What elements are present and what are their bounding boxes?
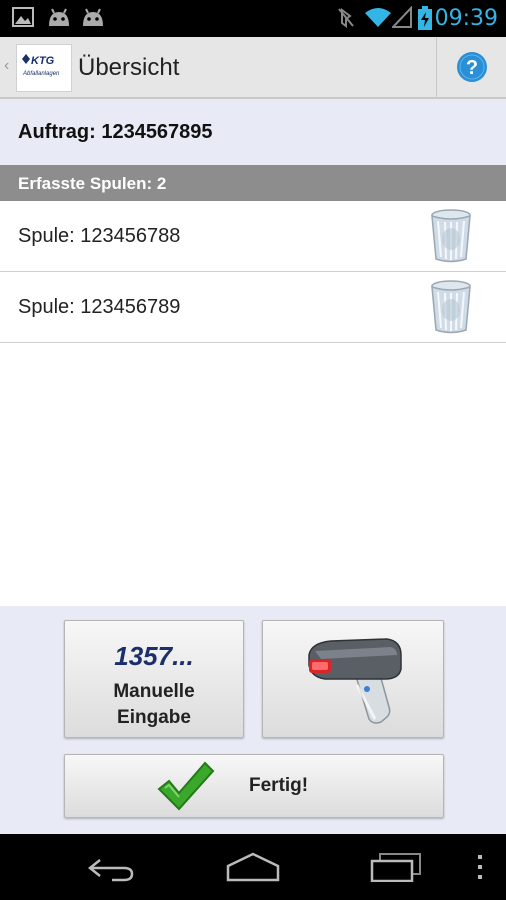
done-button[interactable]: Fertig! xyxy=(64,754,444,818)
spool-list: Spule: 123456788 Spule: 123456789 xyxy=(0,201,506,343)
checkmark-icon xyxy=(157,761,215,811)
mute-icon xyxy=(338,8,354,28)
action-bar: ‹ KTG Abfallanlagen Übersicht ? xyxy=(0,37,506,99)
wifi-icon xyxy=(365,8,391,27)
barcode-scanner-icon xyxy=(308,638,402,724)
clock: 09:39 xyxy=(434,6,498,31)
back-icon[interactable] xyxy=(86,856,136,882)
section-header: Erfasste Spulen: 2 xyxy=(0,165,506,201)
android-icon xyxy=(49,8,69,26)
manual-entry-line2: Eingabe xyxy=(117,707,191,728)
trash-icon[interactable] xyxy=(428,280,474,334)
spool-count-label: Erfasste Spulen: 2 xyxy=(18,174,167,193)
action-panel: 1357... Manuelle Eingabe Fertig! xyxy=(0,606,506,834)
menu-icon[interactable] xyxy=(476,854,484,880)
logo-text: KTG xyxy=(31,55,55,67)
manual-entry-line1: Manuelle xyxy=(113,681,195,702)
app-logo[interactable]: KTG Abfallanlagen xyxy=(16,44,72,92)
action-bar-divider xyxy=(436,37,437,97)
scan-button[interactable] xyxy=(262,620,444,738)
spool-label: Spule: 123456788 xyxy=(18,225,181,247)
help-icon[interactable]: ? xyxy=(456,51,488,83)
done-label: Fertig! xyxy=(249,775,309,796)
navigation-bar xyxy=(0,834,506,900)
manual-entry-button[interactable]: 1357... Manuelle Eingabe xyxy=(64,620,244,738)
page-title: Übersicht xyxy=(78,54,180,81)
spool-label: Spule: 123456789 xyxy=(18,296,181,318)
gallery-icon xyxy=(12,7,34,27)
list-item[interactable]: Spule: 123456788 xyxy=(0,201,506,272)
order-number: Auftrag: 1234567895 xyxy=(18,121,213,143)
home-icon[interactable] xyxy=(224,852,282,882)
list-item[interactable]: Spule: 123456789 xyxy=(0,272,506,343)
trash-icon[interactable] xyxy=(428,209,474,263)
battery-charging-icon xyxy=(418,6,432,30)
manual-number-icon: 1357... xyxy=(114,641,194,671)
signal-icon xyxy=(392,6,412,28)
android-icon xyxy=(83,8,103,26)
logo-subtext: Abfallanlagen xyxy=(22,71,60,77)
recent-apps-icon[interactable] xyxy=(370,852,422,882)
up-caret-icon[interactable]: ‹ xyxy=(4,57,9,75)
order-info: Auftrag: 1234567895 xyxy=(0,99,506,165)
svg-text:?: ? xyxy=(466,57,478,79)
status-bar: 09:39 xyxy=(0,0,506,37)
manual-entry-label: Manuelle Eingabe xyxy=(65,679,243,731)
